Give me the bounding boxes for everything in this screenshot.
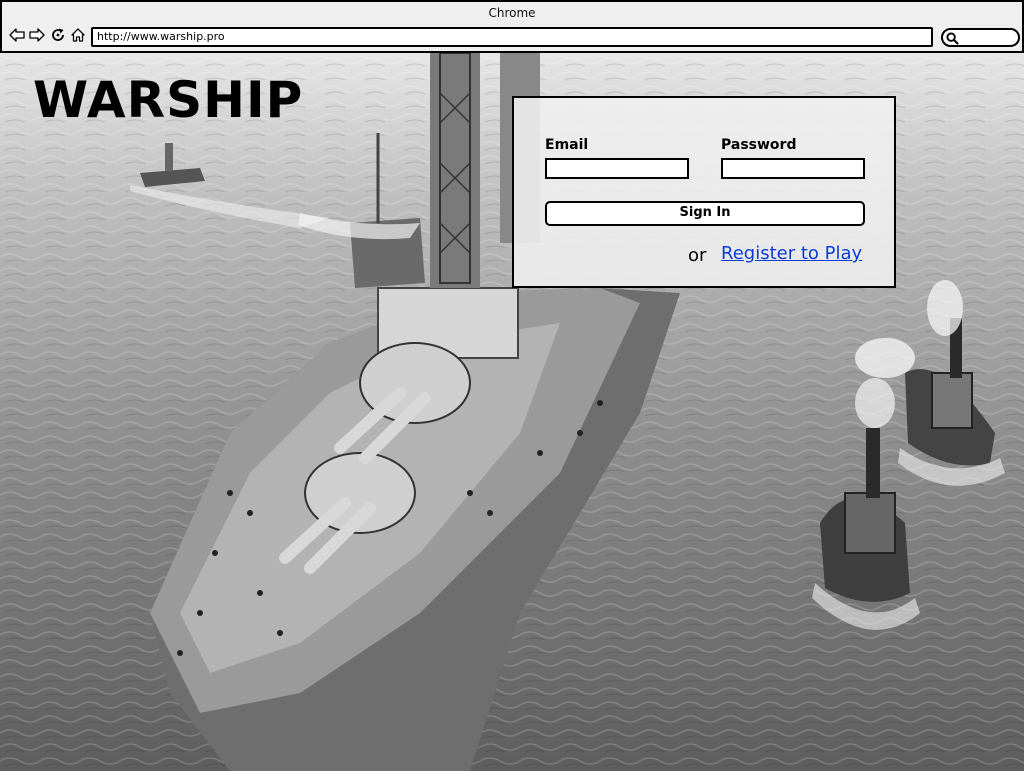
sign-in-button[interactable]: Sign In — [545, 201, 865, 226]
browser-window-chrome: Chrome http://www.warship.pro — [0, 0, 1024, 53]
login-panel: Email Password Sign In or Register to Pl… — [512, 96, 896, 288]
reload-icon[interactable] — [50, 27, 66, 43]
site-logo-title: WARSHIP — [33, 71, 304, 129]
search-icon — [946, 32, 959, 45]
email-label: Email — [545, 137, 589, 153]
home-icon[interactable] — [70, 27, 86, 43]
browser-search-box[interactable] — [941, 28, 1020, 47]
register-link[interactable]: Register to Play — [721, 243, 862, 264]
password-field[interactable] — [721, 158, 865, 179]
window-title: Chrome — [488, 6, 536, 20]
back-arrow-icon[interactable] — [9, 27, 25, 43]
email-field[interactable] — [545, 158, 689, 179]
forward-arrow-icon[interactable] — [29, 27, 45, 43]
or-separator: or — [688, 245, 707, 266]
page-content: WARSHIP Email Password Sign In or Regist… — [0, 53, 1024, 771]
address-bar[interactable]: http://www.warship.pro — [91, 27, 933, 47]
password-label: Password — [721, 137, 797, 153]
